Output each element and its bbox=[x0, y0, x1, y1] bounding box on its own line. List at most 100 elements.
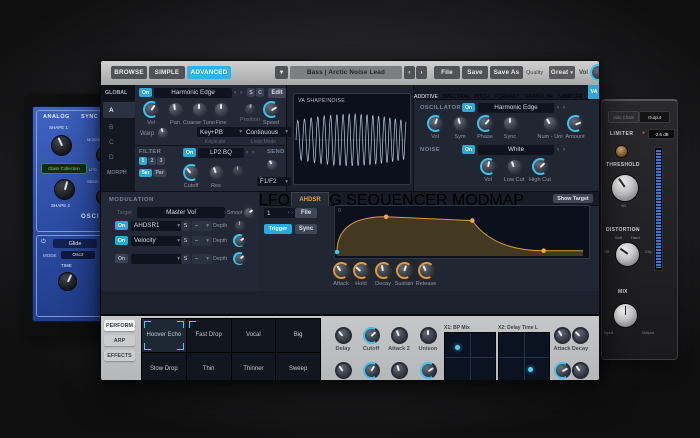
mod-row2-on[interactable]: On bbox=[115, 236, 128, 245]
source-name-select[interactable]: Harmonic Edge bbox=[154, 88, 232, 98]
sidebar-item-source-a[interactable]: A bbox=[103, 102, 135, 118]
filter-drive-knob[interactable] bbox=[231, 164, 244, 177]
edit-button[interactable]: Edit bbox=[268, 88, 286, 98]
warp-knob[interactable] bbox=[156, 126, 169, 139]
chevron-left-icon[interactable]: ‹ bbox=[234, 90, 236, 96]
chevron-right-icon[interactable]: › bbox=[563, 147, 565, 153]
sidebar-item-source-d[interactable]: D bbox=[103, 150, 135, 164]
tab-arp[interactable]: ARP bbox=[104, 335, 135, 346]
mod-row3-on[interactable]: On bbox=[115, 254, 128, 263]
chevron-right-icon[interactable]: › bbox=[252, 150, 254, 156]
xy-pad-1[interactable] bbox=[444, 332, 496, 381]
distortion-knob[interactable] bbox=[615, 242, 640, 267]
browse-button[interactable]: BROWSE bbox=[111, 66, 147, 79]
shape1-knob[interactable] bbox=[51, 135, 72, 156]
loop-mode-select[interactable]: Continuous▾ bbox=[243, 127, 291, 137]
mod-row2-via[interactable]: –▾ bbox=[192, 236, 212, 246]
source-on-button[interactable]: On bbox=[139, 88, 152, 97]
sidebar-item-morph[interactable]: MORPH bbox=[103, 166, 135, 180]
master-volume-knob[interactable] bbox=[590, 64, 600, 81]
simple-button[interactable]: SIMPLE bbox=[149, 66, 185, 79]
env-sync-button[interactable]: Sync bbox=[295, 224, 317, 234]
filter-slot-2[interactable]: 2 bbox=[148, 157, 156, 165]
macro-decay-knob[interactable]: Decay bbox=[563, 327, 597, 352]
mode-value[interactable]: Osc2 bbox=[61, 251, 95, 259]
tab-lfo[interactable]: LFO bbox=[259, 192, 290, 209]
advanced-button[interactable]: ADVANCED bbox=[187, 66, 231, 79]
snapshot-cell[interactable]: Sweep bbox=[276, 353, 320, 382]
file-button[interactable]: File bbox=[434, 66, 460, 79]
snapshot-cell[interactable]: Thinner bbox=[232, 353, 276, 382]
tab-effects[interactable]: EFFECTS bbox=[104, 350, 135, 361]
mod-row2-scale[interactable]: S bbox=[181, 236, 190, 246]
limiter-button[interactable] bbox=[615, 145, 628, 158]
filter-parallel-button[interactable]: Par bbox=[153, 169, 166, 177]
preset-menu-caret[interactable]: ▾ bbox=[275, 66, 288, 79]
mod-row1-scale[interactable]: S bbox=[181, 221, 190, 231]
snapshot-cell[interactable]: Slow Drop bbox=[142, 353, 186, 382]
env-trigger-button[interactable]: Trigger bbox=[264, 224, 292, 234]
mod-row3-scale[interactable]: S bbox=[181, 254, 190, 264]
mod-row1-on[interactable]: On bbox=[115, 221, 128, 230]
tab-pitch[interactable]: PITCH bbox=[474, 94, 490, 100]
chevron-left-icon[interactable]: ‹ bbox=[246, 150, 248, 156]
chevron-left-icon[interactable]: ‹ bbox=[557, 147, 559, 153]
tab-formant[interactable]: FORMANT bbox=[494, 94, 520, 100]
time-knob[interactable] bbox=[58, 272, 77, 291]
filter-on-button[interactable]: On bbox=[183, 148, 196, 157]
noise-on-button[interactable]: On bbox=[462, 145, 475, 154]
preset-display[interactable]: Bass | Arctic Noise Lead bbox=[290, 66, 402, 79]
tab-additive[interactable]: ADDITIVE bbox=[414, 94, 438, 100]
tab-ahdsr[interactable]: AHDSR bbox=[291, 192, 329, 206]
chevron-left-icon[interactable]: ‹ bbox=[557, 105, 559, 111]
xy2-handle[interactable] bbox=[528, 367, 533, 372]
mod-row3-source[interactable]: ▾ bbox=[131, 254, 183, 264]
snapshot-cell[interactable]: Thin bbox=[187, 353, 231, 382]
macro-noise-knob[interactable]: Noise bbox=[411, 362, 445, 381]
env-file-button[interactable]: File bbox=[295, 208, 317, 218]
mix-knob[interactable] bbox=[613, 303, 638, 328]
mod-row3-via[interactable]: –▾ bbox=[192, 254, 212, 264]
tab-va[interactable]: VA bbox=[588, 85, 600, 99]
envelope-display[interactable]: 0 bbox=[334, 205, 590, 259]
chevron-right-icon[interactable]: › bbox=[291, 210, 293, 216]
macro-unison-knob[interactable]: Unison bbox=[411, 327, 445, 352]
mod-row3-depth-knob[interactable] bbox=[233, 252, 246, 265]
env-release-knob[interactable]: Release bbox=[409, 262, 443, 287]
tab-granular[interactable]: GRANULAR bbox=[524, 94, 553, 100]
next-preset-button[interactable]: › bbox=[416, 66, 427, 79]
filter-slot-3[interactable]: 3 bbox=[157, 157, 165, 165]
filter-res-knob[interactable]: Res bbox=[199, 164, 233, 189]
chevron-right-icon[interactable]: › bbox=[563, 105, 565, 111]
source-speed-knob[interactable]: Speed bbox=[254, 101, 288, 126]
noise-highcut-knob[interactable]: High Cut bbox=[523, 158, 557, 183]
tab-spectral[interactable]: SPECTRAL bbox=[442, 94, 469, 100]
save-as-button[interactable]: Save As bbox=[490, 66, 523, 79]
send-knob[interactable] bbox=[265, 158, 278, 171]
output-tab[interactable]: Output bbox=[639, 111, 670, 123]
shape2-knob[interactable] bbox=[54, 179, 75, 200]
xy1-handle[interactable] bbox=[455, 345, 460, 350]
tab-perform[interactable]: PERFORM bbox=[104, 320, 135, 331]
snapshot-cell[interactable]: Fast Drop bbox=[187, 319, 231, 352]
threshold-knob[interactable] bbox=[611, 174, 639, 202]
smooth-knob[interactable] bbox=[242, 206, 255, 219]
tab-sampler[interactable]: SAMPLER bbox=[558, 94, 583, 100]
snapshot-cell[interactable]: Vocal bbox=[232, 319, 276, 352]
snapshot-cell[interactable]: Hoover Echo bbox=[142, 319, 186, 352]
send-dest-select[interactable]: F1/F2▾ bbox=[257, 177, 291, 186]
solo-button[interactable]: S bbox=[247, 88, 255, 97]
quality-select[interactable]: Great▾ bbox=[549, 66, 575, 79]
save-button[interactable]: Save bbox=[462, 66, 488, 79]
sidebar-item-source-b[interactable]: B bbox=[103, 120, 135, 134]
filter-serial-button[interactable]: Ser bbox=[139, 169, 152, 177]
macro-release-knob[interactable]: Release bbox=[563, 362, 597, 381]
xy-pad-2[interactable] bbox=[498, 332, 550, 381]
snapshot-cell[interactable]: Big bbox=[276, 319, 320, 352]
mod-target-select[interactable]: Master Vol bbox=[137, 207, 225, 218]
noise-type-select[interactable]: White bbox=[478, 145, 554, 155]
mod-row1-via[interactable]: –▾ bbox=[192, 221, 212, 231]
chevron-left-icon[interactable]: ‹ bbox=[288, 210, 290, 216]
filter-slot-1[interactable]: 1 bbox=[139, 157, 147, 165]
prev-preset-button[interactable]: ‹ bbox=[404, 66, 415, 79]
